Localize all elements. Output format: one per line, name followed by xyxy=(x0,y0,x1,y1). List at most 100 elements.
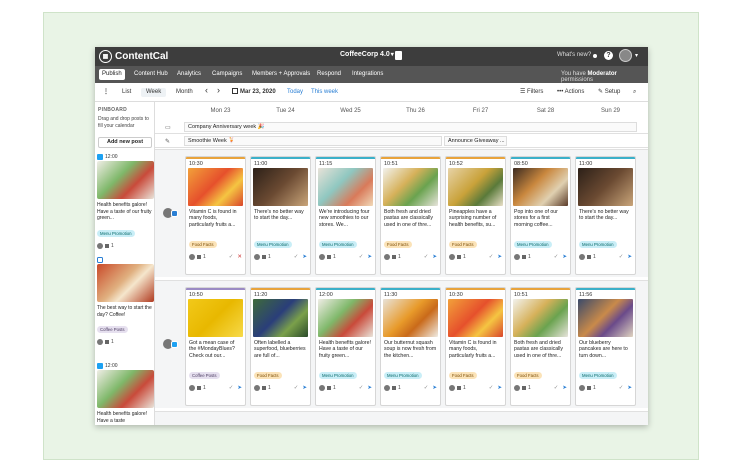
user-avatar[interactable] xyxy=(619,49,632,62)
approve-icon[interactable]: ✓ xyxy=(424,385,429,391)
send-icon[interactable]: ➤ xyxy=(302,254,307,260)
approve-icon[interactable]: ✓ xyxy=(489,385,494,391)
pinboard-description: Drag and drop posts to fill your calenda… xyxy=(98,116,149,129)
nav-content-hub[interactable]: Content Hub xyxy=(131,69,171,80)
nav-analytics[interactable]: Analytics xyxy=(174,69,204,80)
nav-respond[interactable]: Respond xyxy=(314,69,344,80)
logo[interactable]: ▦ ContentCal xyxy=(99,50,168,63)
post-tag: Food Facts xyxy=(189,241,217,248)
post-tag: Menu Promotion xyxy=(97,229,135,237)
approve-icon[interactable]: ✓ xyxy=(619,254,624,260)
send-icon[interactable]: ➤ xyxy=(497,254,502,260)
post-card[interactable]: 11:56 Our blueberry pancakes are here to … xyxy=(575,287,636,406)
post-text: Got a mean case of the #MondayBlues? Che… xyxy=(189,340,235,359)
help-icon[interactable]: ? xyxy=(604,51,613,60)
approve-icon[interactable]: ✓ xyxy=(359,385,364,391)
post-card[interactable]: 08:50 Pop into one of our stores for a fi… xyxy=(510,156,571,275)
approve-icon[interactable]: ✓ xyxy=(294,254,299,260)
nav-integrations[interactable]: Integrations xyxy=(349,69,386,80)
send-icon[interactable]: ➤ xyxy=(562,254,567,260)
nav-publish[interactable]: Publish xyxy=(99,69,125,80)
all-day-event[interactable]: Announce Giveaway ... xyxy=(444,136,507,146)
comment-count: 1 xyxy=(268,385,271,391)
approve-icon[interactable]: ✓ xyxy=(489,254,494,260)
prev-week-button[interactable]: ‹ xyxy=(205,86,208,95)
search-icon[interactable]: ⌕ xyxy=(633,88,636,97)
logo-icon: ▦ xyxy=(99,50,112,63)
nav-campaigns[interactable]: Campaigns xyxy=(209,69,245,80)
view-month[interactable]: Month xyxy=(171,88,198,97)
comment-count: 1 xyxy=(203,385,206,391)
post-card[interactable]: 10:50 Got a mean case of the #MondayBlues… xyxy=(185,287,246,406)
app-window: ▦ ContentCal CoffeeCorp 4.0▾ What's new?… xyxy=(95,47,648,425)
comment-count: 1 xyxy=(398,385,401,391)
actions-button[interactable]: ••• Actions xyxy=(557,88,584,97)
add-new-post-button[interactable]: Add new post xyxy=(98,137,152,148)
view-week[interactable]: Week xyxy=(141,88,167,97)
reject-icon[interactable]: ✕ xyxy=(237,254,242,260)
approve-icon[interactable]: ✓ xyxy=(294,385,299,391)
approve-icon[interactable]: ✓ xyxy=(229,254,234,260)
post-image xyxy=(578,299,633,337)
post-card[interactable]: 10:51 Both fresh and dried pastas are cla… xyxy=(510,287,571,406)
today-link[interactable]: Today xyxy=(287,88,303,97)
send-icon[interactable]: ➤ xyxy=(237,385,242,391)
post-card[interactable]: 11:15 We're introducing four new smoothie… xyxy=(315,156,376,275)
avatar xyxy=(579,254,585,260)
post-card[interactable]: 11:00 There's no better way to start the … xyxy=(575,156,636,275)
pinboard-card[interactable]: The best way to start the day? Coffee! Co… xyxy=(97,255,154,345)
avatar xyxy=(449,254,455,260)
post-footer: 1 ✓ ➤ xyxy=(186,382,245,391)
whats-new-link[interactable]: What's new? xyxy=(557,52,591,58)
send-icon[interactable]: ➤ xyxy=(367,385,372,391)
all-day-event[interactable]: Smoothie Week 🍹 xyxy=(184,136,442,146)
date-picker[interactable]: Mar 23, 2020 xyxy=(232,88,276,97)
post-card[interactable]: 11:00 There's no better way to start the … xyxy=(250,156,311,275)
approve-icon[interactable]: ✓ xyxy=(619,385,624,391)
send-icon[interactable]: ➤ xyxy=(497,385,502,391)
filters-button[interactable]: ☰ Filters xyxy=(520,88,543,97)
post-card[interactable]: 11:30 Our butternut squash soup is now fr… xyxy=(380,287,441,406)
approve-icon[interactable]: ✓ xyxy=(424,254,429,260)
send-icon[interactable]: ➤ xyxy=(432,385,437,391)
pinboard-card[interactable]: 12:00 Health benefits galore! Have a tast… xyxy=(97,361,154,424)
post-card[interactable]: 11:20 Often labelled a superfood, blueber… xyxy=(250,287,311,406)
approve-icon[interactable]: ✓ xyxy=(554,385,559,391)
send-icon[interactable]: ➤ xyxy=(627,254,632,260)
post-card[interactable]: 12:00 Health benefits galore! Have a tast… xyxy=(315,287,376,406)
comment-count: 1 xyxy=(398,254,401,260)
this-week-link[interactable]: This week xyxy=(311,88,338,97)
send-icon[interactable]: ➤ xyxy=(302,385,307,391)
approve-icon[interactable]: ✓ xyxy=(229,385,234,391)
send-icon[interactable]: ➤ xyxy=(627,385,632,391)
workspace-switcher[interactable]: CoffeeCorp 4.0▾ xyxy=(340,51,394,58)
avatar xyxy=(189,385,195,391)
setup-button[interactable]: ✎ Setup xyxy=(598,88,620,97)
post-image xyxy=(318,299,373,337)
all-day-event[interactable]: Company Anniversary week 🎉 xyxy=(184,122,637,132)
post-tag: Coffee Posts xyxy=(97,326,128,333)
document-icon[interactable] xyxy=(395,51,402,60)
comment-icon xyxy=(262,386,266,390)
post-time: 11:15 xyxy=(319,161,333,167)
all-day-row: ✎ Smoothie Week 🍹 Announce Giveaway ... xyxy=(155,134,648,148)
view-list[interactable]: List xyxy=(117,88,136,97)
channel-label[interactable] xyxy=(163,339,183,351)
post-card[interactable]: 10:30 Vitamin C is found in many foods, p… xyxy=(185,156,246,275)
avatar xyxy=(189,254,195,260)
nav-members-approvals[interactable]: Members + Approvals xyxy=(249,69,313,80)
post-card[interactable]: 10:51 Both fresh and dried pastas are cla… xyxy=(380,156,441,275)
post-card[interactable]: 10:30 Vitamin C is found in many foods, p… xyxy=(445,287,506,406)
more-menu-icon[interactable]: ⋮ xyxy=(103,88,109,97)
chevron-down-icon[interactable]: ▾ xyxy=(635,52,638,59)
approve-icon[interactable]: ✓ xyxy=(554,254,559,260)
next-week-button[interactable]: › xyxy=(217,86,220,95)
send-icon[interactable]: ➤ xyxy=(367,254,372,260)
channel-label[interactable] xyxy=(163,208,183,220)
approve-icon[interactable]: ✓ xyxy=(359,254,364,260)
post-time: 10:30 xyxy=(189,161,203,167)
send-icon[interactable]: ➤ xyxy=(562,385,567,391)
post-card[interactable]: 10:52 Pineapples have a surprising number… xyxy=(445,156,506,275)
send-icon[interactable]: ➤ xyxy=(432,254,437,260)
pinboard-card[interactable]: 12:00 Health benefits galore! Have a tast… xyxy=(97,152,154,249)
